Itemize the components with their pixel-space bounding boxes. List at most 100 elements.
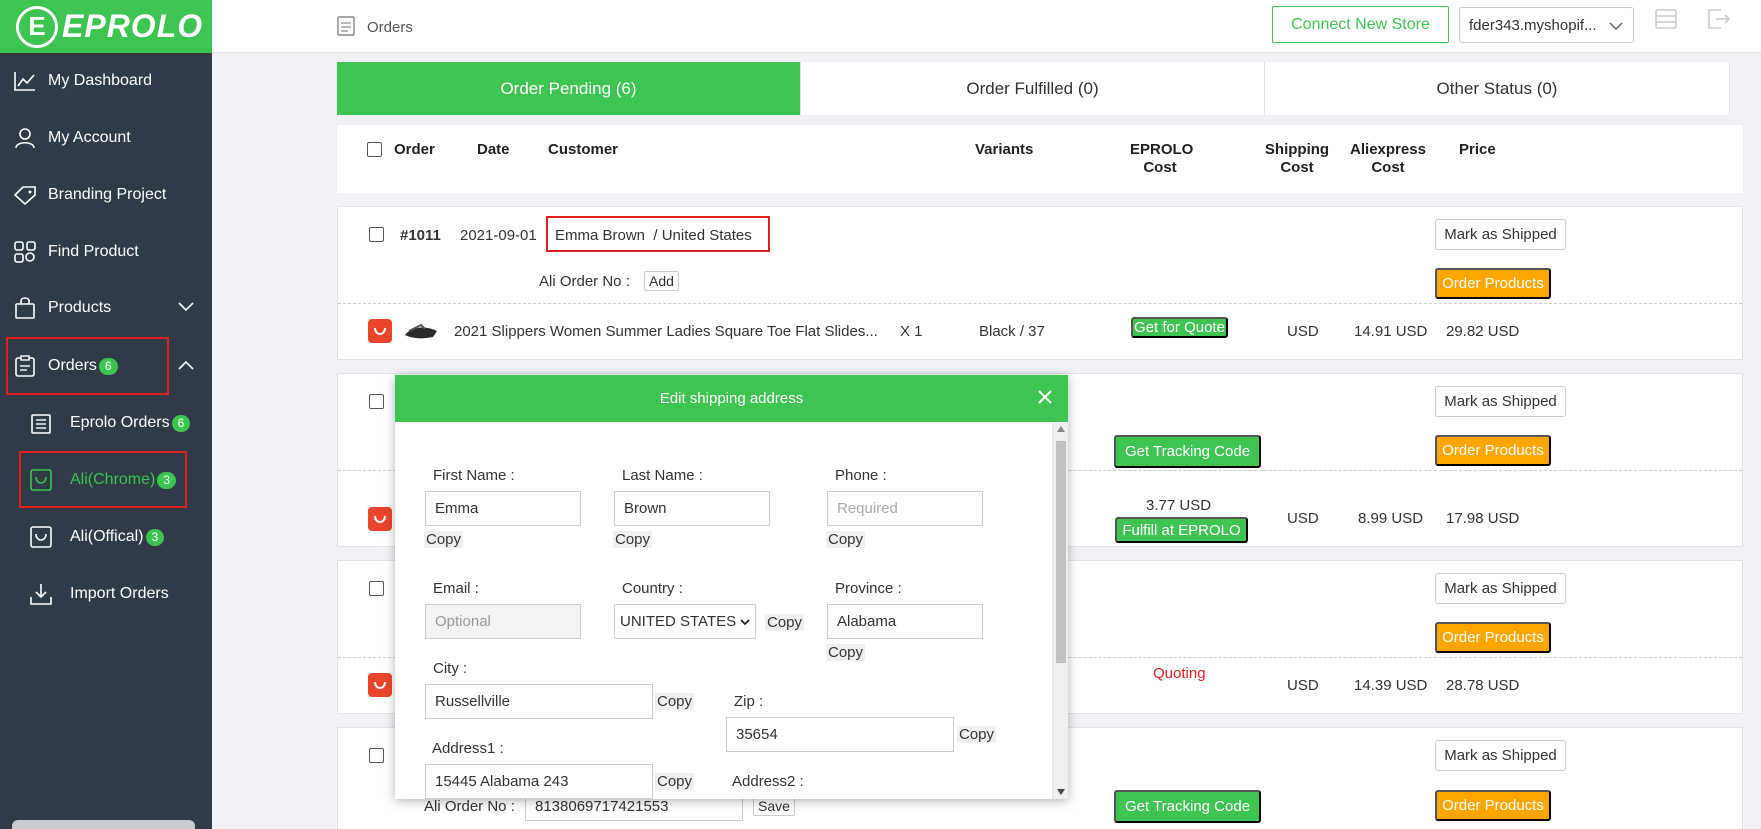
copy-city-button[interactable]: Copy bbox=[655, 693, 695, 710]
ali-order-add-button[interactable]: Add bbox=[644, 271, 679, 291]
customer-name: Emma Brown bbox=[555, 227, 646, 244]
order-price: 28.78 USD bbox=[1446, 677, 1520, 694]
modal-title: Edit shipping address bbox=[659, 390, 804, 407]
column-order: Order bbox=[394, 141, 435, 158]
sidebar-item-label: Find Product bbox=[48, 243, 139, 260]
copy-zip-button[interactable]: Copy bbox=[957, 726, 997, 743]
connect-new-store-button[interactable]: Connect New Store bbox=[1272, 6, 1449, 43]
mark-as-shipped-button[interactable]: Mark as Shipped bbox=[1435, 386, 1566, 417]
first-name-field[interactable]: Emma bbox=[425, 491, 581, 526]
tab-other-status[interactable]: Other Status (0) bbox=[1265, 62, 1730, 115]
copy-province-button[interactable]: Copy bbox=[826, 644, 866, 661]
download-icon bbox=[28, 581, 54, 607]
city-field[interactable]: Russellville bbox=[425, 684, 653, 719]
country-value: UNITED STATES bbox=[620, 613, 737, 630]
sidebar-bottom-handle[interactable] bbox=[12, 820, 195, 829]
order-number-link[interactable]: #1011 bbox=[400, 227, 441, 244]
scroll-up-icon[interactable] bbox=[1057, 426, 1065, 432]
copy-first-name-button[interactable]: Copy bbox=[424, 531, 464, 548]
eprolo-orders-badge: 6 bbox=[171, 414, 191, 432]
list-icon bbox=[28, 410, 54, 436]
tab-order-fulfilled[interactable]: Order Fulfilled (0) bbox=[801, 62, 1265, 115]
mark-as-shipped-button[interactable]: Mark as Shipped bbox=[1435, 219, 1566, 250]
chevron-down-icon bbox=[740, 619, 750, 626]
sidebar-subitem-import-orders[interactable]: Import Orders bbox=[0, 572, 212, 616]
copy-phone-button[interactable]: Copy bbox=[826, 531, 866, 548]
last-name-field[interactable]: Brown bbox=[614, 491, 770, 526]
order-checkbox[interactable] bbox=[369, 581, 384, 596]
ali-order-save-button[interactable]: Save bbox=[753, 796, 795, 816]
store-select-value: fder343.myshopif... bbox=[1469, 16, 1597, 34]
email-field[interactable]: Optional bbox=[425, 604, 581, 639]
order-checkbox[interactable] bbox=[369, 394, 384, 409]
logout-icon[interactable] bbox=[1707, 8, 1731, 34]
copy-last-name-button[interactable]: Copy bbox=[613, 531, 653, 548]
zip-label: Zip : bbox=[734, 693, 764, 710]
product-thumbnail[interactable] bbox=[403, 319, 439, 347]
ali-chrome-highlight-box bbox=[19, 451, 187, 508]
last-name-label: Last Name : bbox=[622, 467, 703, 484]
aliexpress-icon bbox=[368, 673, 392, 697]
scrollbar-thumb[interactable] bbox=[1056, 441, 1066, 663]
sidebar-item-branding[interactable]: Branding Project bbox=[0, 173, 212, 217]
diamond-tag-icon bbox=[12, 182, 38, 208]
product-title-link[interactable]: 2021 Slippers Women Summer Ladies Square… bbox=[454, 323, 878, 340]
sidebar-item-products[interactable]: Products bbox=[0, 286, 212, 330]
address2-label: Address2 : bbox=[732, 773, 804, 790]
province-field[interactable]: Alabama bbox=[827, 604, 983, 639]
scroll-down-icon[interactable] bbox=[1057, 789, 1065, 795]
phone-label: Phone : bbox=[835, 467, 887, 484]
order-products-button[interactable]: Order Products bbox=[1435, 790, 1551, 821]
orders-table-header: Order Date Customer Variants EPROLO Cost… bbox=[337, 125, 1743, 193]
breadcrumb: Orders bbox=[337, 14, 413, 40]
order-date: 2021-09-01 bbox=[460, 227, 537, 244]
product-quantity: X 1 bbox=[900, 323, 923, 340]
select-all-checkbox[interactable] bbox=[367, 142, 382, 157]
tab-order-pending[interactable]: Order Pending (6) bbox=[337, 62, 801, 115]
zip-field[interactable]: 35654 bbox=[726, 717, 954, 752]
address1-field[interactable]: 15445 Alabama 243 bbox=[425, 764, 653, 799]
mark-as-shipped-button[interactable]: Mark as Shipped bbox=[1435, 573, 1566, 604]
sidebar-item-find-product[interactable]: Find Product bbox=[0, 230, 212, 274]
customer-country: / United States bbox=[653, 227, 752, 244]
sidebar-item-account[interactable]: My Account bbox=[0, 116, 212, 160]
sidebar-item-dashboard[interactable]: My Dashboard bbox=[0, 59, 212, 103]
get-for-quote-button[interactable]: Get for Quote bbox=[1131, 317, 1228, 338]
ali-order-label: Ali Order No : bbox=[424, 798, 515, 815]
column-date: Date bbox=[477, 141, 510, 158]
order-checkbox[interactable] bbox=[369, 748, 384, 763]
sidebar-item-label: Branding Project bbox=[48, 186, 167, 203]
get-tracking-code-button[interactable]: Get Tracking Code bbox=[1114, 435, 1261, 468]
save-label: Save bbox=[753, 796, 795, 816]
order-products-button[interactable]: Order Products bbox=[1435, 435, 1551, 466]
aliexpress-cost: 14.91 USD bbox=[1354, 323, 1428, 340]
close-icon[interactable] bbox=[1038, 390, 1052, 408]
aliexpress-cost: 8.99 USD bbox=[1358, 510, 1424, 527]
sidebar-item-label: Ali(Offical) bbox=[70, 528, 144, 545]
eprolo-logo[interactable]: E EPROLO bbox=[0, 0, 212, 53]
aliexpress-icon bbox=[368, 507, 392, 531]
country-select[interactable]: UNITED STATES bbox=[614, 604, 756, 639]
mark-as-shipped-button[interactable]: Mark as Shipped bbox=[1435, 740, 1566, 771]
get-tracking-code-button[interactable]: Get Tracking Code bbox=[1114, 790, 1261, 823]
column-eprolo-cost: EPROLO Cost bbox=[1130, 141, 1194, 176]
column-shipping-cost: Shipping Cost bbox=[1264, 141, 1330, 176]
top-header: Orders Connect New Store fder343.myshopi… bbox=[212, 0, 1761, 53]
cart-icon[interactable] bbox=[1654, 8, 1678, 34]
order-products-button[interactable]: Order Products bbox=[1435, 622, 1551, 653]
product-variant: Black / 37 bbox=[979, 323, 1045, 340]
copy-address1-button[interactable]: Copy bbox=[655, 773, 695, 790]
sidebar-subitem-eprolo-orders[interactable]: Eprolo Orders 6 bbox=[0, 401, 212, 445]
column-customer: Customer bbox=[548, 141, 619, 158]
chart-line-icon bbox=[12, 68, 38, 94]
order-products-button[interactable]: Order Products bbox=[1435, 268, 1551, 299]
copy-country-button[interactable]: Copy bbox=[765, 614, 805, 631]
phone-field[interactable]: Required bbox=[827, 491, 983, 526]
customer-name-link[interactable]: Emma Brown / United States bbox=[555, 227, 752, 244]
clipboard-icon bbox=[337, 14, 355, 40]
sidebar-subitem-ali-official[interactable]: Ali(Offical) 3 bbox=[0, 515, 212, 559]
order-checkbox[interactable] bbox=[369, 227, 384, 242]
fulfill-at-eprolo-button[interactable]: Fulfill at EPROLO bbox=[1115, 517, 1248, 543]
store-select[interactable]: fder343.myshopif... bbox=[1459, 7, 1634, 43]
modal-scrollbar[interactable] bbox=[1052, 422, 1068, 799]
